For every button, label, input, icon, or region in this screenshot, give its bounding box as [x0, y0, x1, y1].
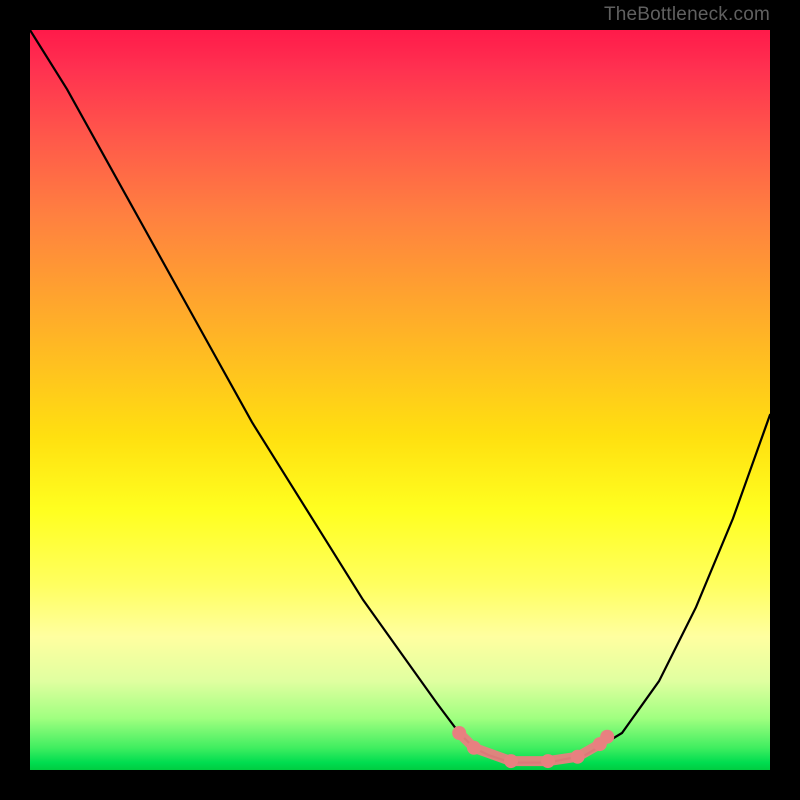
bottleneck-chart: TheBottleneck.com — [0, 0, 800, 800]
watermark-text: TheBottleneck.com — [604, 4, 770, 26]
bottleneck-range-markers — [452, 726, 614, 768]
curve-overlay — [30, 30, 770, 770]
bottleneck-curve — [30, 30, 770, 763]
